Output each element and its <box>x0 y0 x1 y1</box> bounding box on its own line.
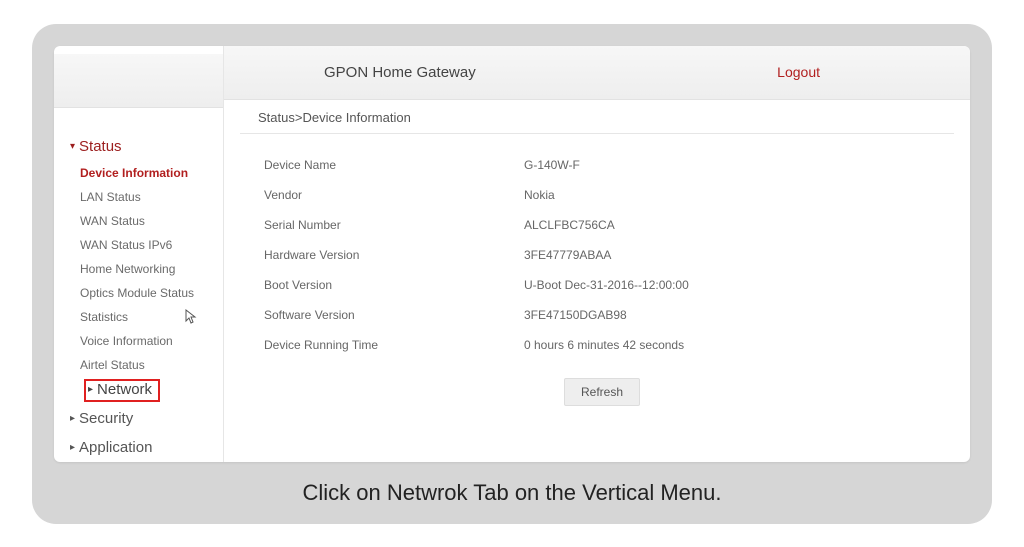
nav-item-lan-status[interactable]: LAN Status <box>80 185 223 209</box>
info-row: VendorNokia <box>264 188 970 202</box>
sidebar-logo-area <box>54 54 223 108</box>
info-value: 0 hours 6 minutes 42 seconds <box>524 338 970 352</box>
main-content: GPON Home Gateway Logout Status>Device I… <box>224 46 970 462</box>
info-label: Serial Number <box>264 218 524 232</box>
info-row: Boot VersionU-Boot Dec-31-2016--12:00:00 <box>264 278 970 292</box>
info-label: Software Version <box>264 308 524 322</box>
nav-section-application-label: Application <box>79 439 152 456</box>
caret-right-icon: ▸ <box>70 442 75 453</box>
nav-item-home-networking[interactable]: Home Networking <box>80 257 223 281</box>
refresh-button[interactable]: Refresh <box>564 378 640 406</box>
info-label: Hardware Version <box>264 248 524 262</box>
nav-section-application[interactable]: ▸ Application <box>70 433 223 462</box>
logout-link[interactable]: Logout <box>777 64 940 80</box>
router-admin-panel: ▾ Status Device Information LAN Status W… <box>54 46 970 462</box>
info-label: Boot Version <box>264 278 524 292</box>
info-value: Nokia <box>524 188 970 202</box>
info-row: Software Version3FE47150DGAB98 <box>264 308 970 322</box>
nav-item-wan-status-ipv6[interactable]: WAN Status IPv6 <box>80 233 223 257</box>
nav-item-statistics[interactable]: Statistics <box>80 305 223 329</box>
info-value: 3FE47779ABAA <box>524 248 970 262</box>
nav-section-status[interactable]: ▾ Status <box>70 132 223 161</box>
info-row: Device Running Time0 hours 6 minutes 42 … <box>264 338 970 352</box>
breadcrumb: Status>Device Information <box>240 100 954 134</box>
nav-item-optics-module-status[interactable]: Optics Module Status <box>80 281 223 305</box>
info-row: Device NameG-140W-F <box>264 158 970 172</box>
nav-item-device-information[interactable]: Device Information <box>80 161 223 185</box>
nav-status-submenu: Device Information LAN Status WAN Status… <box>70 161 223 377</box>
nav-section-security[interactable]: ▸ Security <box>70 404 223 433</box>
instruction-caption: Click on Netwrok Tab on the Vertical Men… <box>54 462 970 506</box>
page-title: GPON Home Gateway <box>254 64 777 81</box>
info-label: Device Name <box>264 158 524 172</box>
outer-card: ▾ Status Device Information LAN Status W… <box>32 24 992 524</box>
nav-section-network-highlighted[interactable]: ▸ Network <box>84 379 160 402</box>
device-info-table: Device NameG-140W-F VendorNokia Serial N… <box>224 134 970 406</box>
info-value: G-140W-F <box>524 158 970 172</box>
header-bar: GPON Home Gateway Logout <box>224 46 970 100</box>
info-row: Serial NumberALCLFBC756CA <box>264 218 970 232</box>
nav-item-wan-status[interactable]: WAN Status <box>80 209 223 233</box>
info-value: ALCLFBC756CA <box>524 218 970 232</box>
info-value: 3FE47150DGAB98 <box>524 308 970 322</box>
info-row: Hardware Version3FE47779ABAA <box>264 248 970 262</box>
caret-right-icon: ▸ <box>70 413 75 424</box>
nav-item-voice-information[interactable]: Voice Information <box>80 329 223 353</box>
nav-section-network-label: Network <box>97 381 152 398</box>
nav-section-security-label: Security <box>79 410 133 427</box>
caret-right-icon: ▸ <box>88 384 93 395</box>
sidebar: ▾ Status Device Information LAN Status W… <box>54 46 224 462</box>
info-label: Device Running Time <box>264 338 524 352</box>
info-value: U-Boot Dec-31-2016--12:00:00 <box>524 278 970 292</box>
caret-down-icon: ▾ <box>70 141 75 152</box>
nav-section-status-label: Status <box>79 138 122 155</box>
info-label: Vendor <box>264 188 524 202</box>
nav-item-airtel-status[interactable]: Airtel Status <box>80 353 223 377</box>
